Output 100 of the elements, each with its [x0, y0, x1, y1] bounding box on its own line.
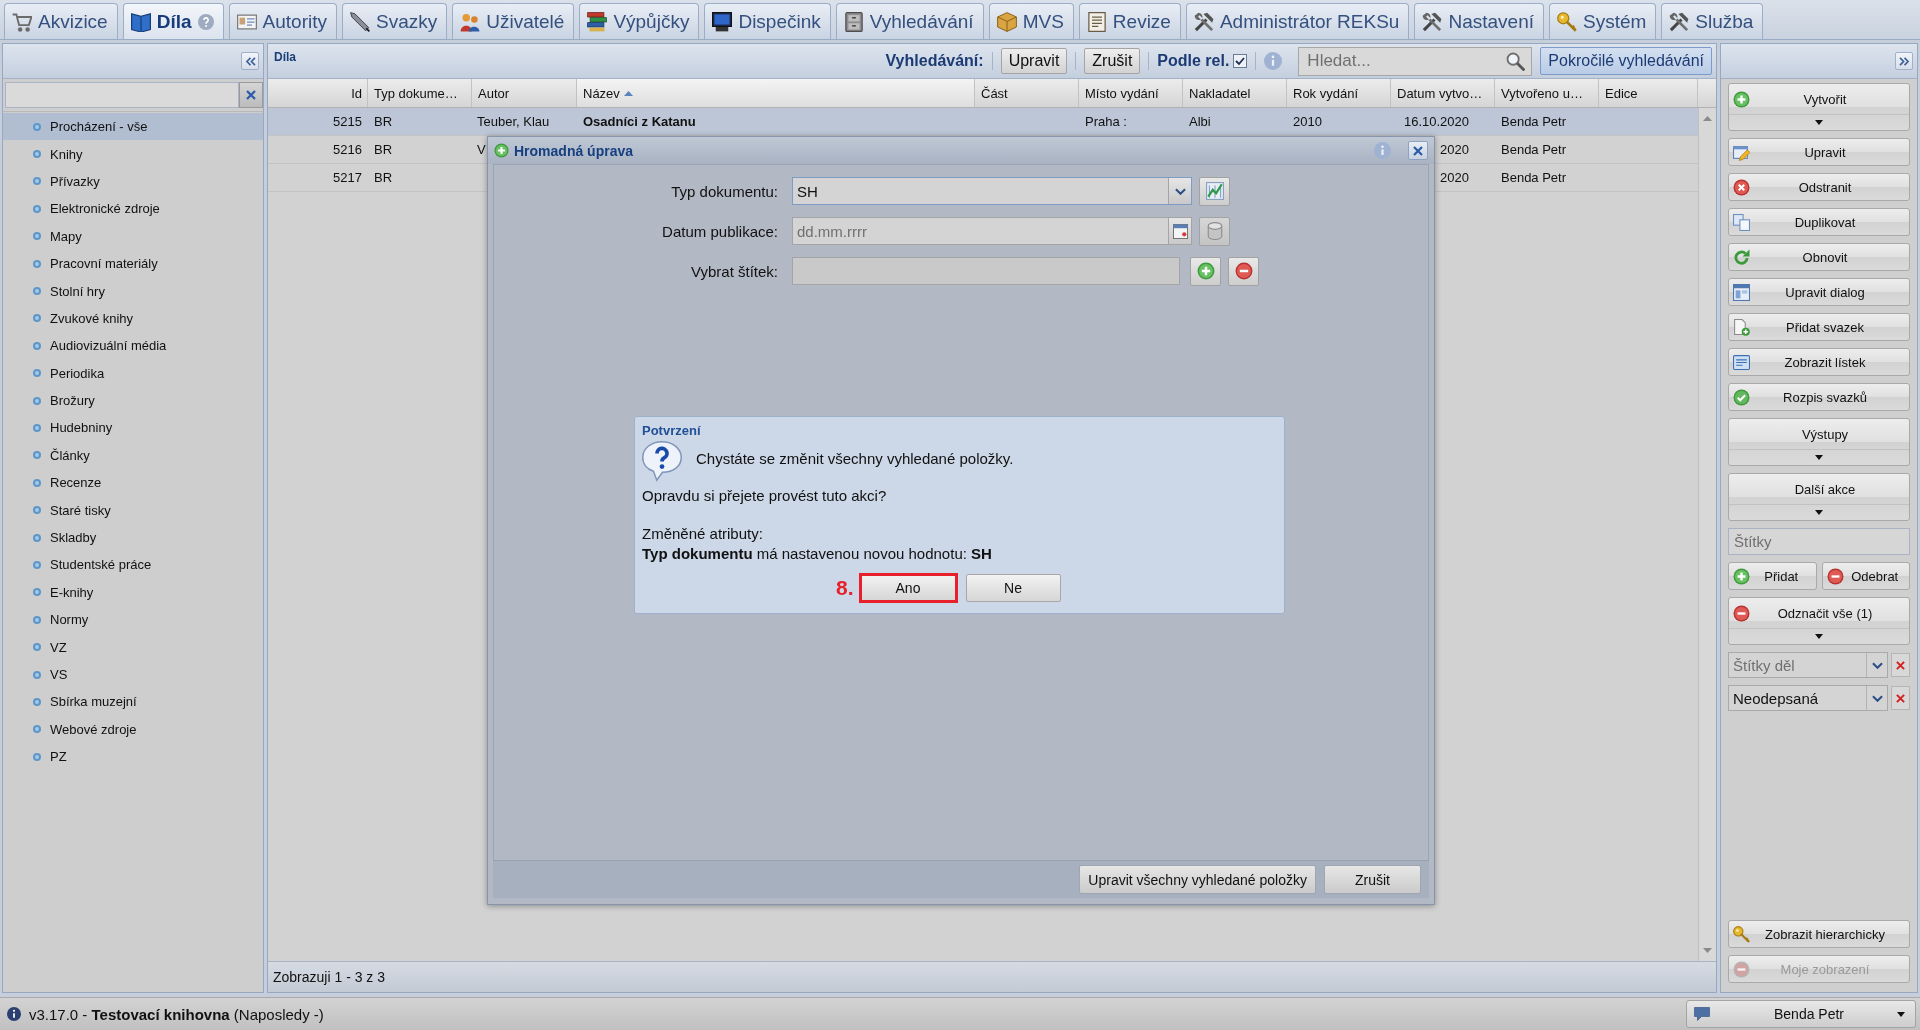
confirm-button[interactable]: Ano [858, 573, 958, 603]
action-button[interactable]: Duplikovat [1728, 208, 1910, 236]
dialog-button[interactable]: Zrušit [1324, 865, 1421, 894]
toolbar-button[interactable]: Zrušit [1084, 48, 1141, 74]
category-item[interactable]: Hudebniny [3, 414, 263, 442]
table-cell: Osadníci z Katanu [583, 114, 696, 129]
module-tab[interactable]: Díla [122, 3, 224, 39]
module-tab[interactable]: Výpůjčky [579, 3, 700, 39]
category-item[interactable]: Elektronické zdroje [3, 195, 263, 223]
category-item[interactable]: Brožury [3, 386, 263, 415]
combo-field[interactable]: Neodepsaná [1728, 685, 1888, 711]
column-header[interactable]: Edice [1599, 79, 1698, 107]
module-tab[interactable]: Systém [1549, 3, 1657, 39]
category-item[interactable]: PZ [3, 743, 263, 771]
column-header[interactable]: Rok vydání [1287, 79, 1391, 107]
chart-button[interactable] [1199, 176, 1230, 206]
module-tab[interactable]: Administrátor REKSu [1185, 3, 1410, 39]
collapse-button[interactable] [241, 52, 259, 70]
column-header[interactable]: Id [268, 79, 368, 107]
info-icon [7, 1007, 21, 1021]
advanced-search-button[interactable]: Pokročilé vyhledávání [1540, 47, 1712, 75]
menu-button[interactable]: Vytvořit [1728, 83, 1910, 131]
category-item[interactable]: Knihy [3, 140, 263, 168]
column-header[interactable]: Nakladatel [1183, 79, 1287, 107]
expand-button[interactable] [1895, 52, 1913, 70]
action-button[interactable]: Odstranit [1728, 173, 1910, 201]
category-item[interactable]: E-knihy [3, 578, 263, 607]
category-item[interactable]: VZ [3, 633, 263, 661]
category-item[interactable]: Stolní hry [3, 277, 263, 305]
column-header[interactable]: Datum vytvo… [1391, 79, 1495, 107]
category-item[interactable]: Procházení - vše [3, 113, 263, 141]
scrollbar[interactable] [1698, 108, 1716, 961]
action-button[interactable]: Přidat [1728, 562, 1817, 590]
category-item[interactable]: Webové zdroje [3, 715, 263, 743]
toolbar-button[interactable]: Upravit [1000, 48, 1068, 74]
category-item[interactable]: Zvukové knihy [3, 304, 263, 333]
clear-button[interactable] [1891, 686, 1910, 710]
column-header[interactable]: Vytvořeno u… [1495, 79, 1599, 107]
column-header[interactable]: Typ dokume… [368, 79, 472, 107]
tags-field[interactable]: Štítky [1728, 528, 1910, 555]
category-item[interactable]: Studentské práce [3, 551, 263, 579]
column-header[interactable]: Část [975, 79, 1079, 107]
module-tab[interactable]: Uživatelé [452, 3, 575, 39]
user-menu-button[interactable]: Benda Petr [1686, 1000, 1916, 1028]
tag-field[interactable] [792, 257, 1180, 285]
module-tab[interactable]: Svazky [341, 3, 448, 39]
table-cell: 16.10.2020 [1403, 114, 1469, 129]
module-tab[interactable]: Dispečink [704, 3, 831, 39]
column-header[interactable]: Název [577, 79, 975, 107]
info-icon [1264, 52, 1283, 70]
module-tab[interactable]: Akvizice [4, 3, 118, 39]
relevance-checkbox[interactable] [1233, 54, 1248, 68]
action-button[interactable]: Rozpis svazků [1728, 383, 1910, 411]
module-tab[interactable]: Služba [1661, 3, 1764, 39]
dialog-button[interactable]: Upravit všechny vyhledané položky [1079, 865, 1316, 894]
clear-date-button[interactable] [1199, 216, 1230, 246]
category-item[interactable]: Články [3, 441, 263, 470]
clear-button[interactable] [1891, 653, 1910, 677]
category-item[interactable]: Periodika [3, 359, 263, 387]
select-field[interactable]: SH [792, 177, 1192, 205]
action-button[interactable]: Přidat svazek [1728, 313, 1910, 341]
bullet-icon [33, 396, 41, 405]
bullet-icon [33, 424, 41, 432]
menu-button[interactable]: Další akce [1728, 473, 1910, 521]
category-item[interactable]: Skladby [3, 523, 263, 552]
remove-tag-button[interactable] [1228, 256, 1259, 286]
bullet-icon [33, 506, 41, 515]
category-item[interactable]: Sbírka muzejní [3, 688, 263, 716]
action-button[interactable]: Zobrazit hierarchicky [1728, 920, 1910, 948]
action-button[interactable]: Upravit [1728, 138, 1910, 166]
category-item[interactable]: VS [3, 660, 263, 689]
category-item[interactable]: Recenze [3, 469, 263, 497]
column-header[interactable]: Místo vydání [1079, 79, 1183, 107]
category-item[interactable]: Staré tisky [3, 496, 263, 524]
module-tab[interactable]: Revize [1078, 3, 1181, 39]
action-button[interactable]: Upravit dialog [1728, 278, 1910, 306]
category-item[interactable]: Normy [3, 606, 263, 634]
table-row[interactable]: 5215 BR Teuber, Klau Osadníci z Katanu Praha : Albi 2010 16.10.2020 Benda Petr [268, 108, 1698, 136]
confirm-button[interactable]: Ne [965, 574, 1061, 602]
action-button[interactable]: Obnovit [1728, 243, 1910, 271]
category-item[interactable]: Audiovizuální média [3, 332, 263, 360]
action-button[interactable]: Zobrazit lístek [1728, 348, 1910, 376]
module-tab[interactable]: Autority [228, 3, 337, 39]
clear-button[interactable] [239, 82, 263, 108]
action-button[interactable]: Odebrat [1821, 562, 1910, 590]
module-tab[interactable]: MVS [988, 3, 1074, 39]
category-item[interactable]: Pracovní materiály [3, 249, 263, 278]
search-field[interactable]: Hledat... [1298, 46, 1533, 76]
close-button[interactable] [1408, 141, 1428, 160]
category-item[interactable]: Mapy [3, 222, 263, 250]
field-label: Vybrat štítek: [691, 262, 778, 280]
menu-button[interactable]: Odznačit vše (1) [1728, 597, 1910, 645]
tools-icon [1422, 11, 1443, 32]
check-circle-icon [1733, 388, 1750, 406]
menu-button[interactable]: Výstupy [1728, 418, 1910, 466]
add-tag-button[interactable] [1190, 256, 1221, 286]
filter-field[interactable] [5, 82, 239, 108]
module-tab[interactable]: Nastavení [1414, 3, 1544, 39]
category-item[interactable]: Přívazky [3, 167, 263, 196]
module-tab[interactable]: Vyhledávání [835, 3, 984, 39]
